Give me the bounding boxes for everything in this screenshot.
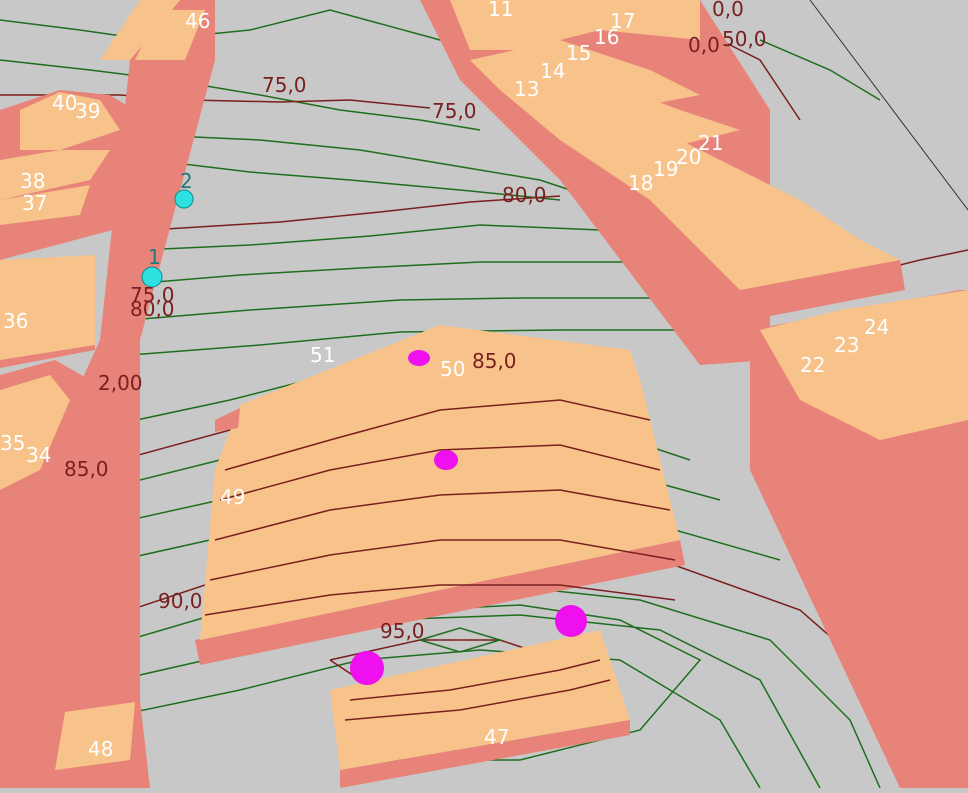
- contour-label-75b: 75,0: [432, 99, 477, 123]
- label-19: 19: [653, 157, 678, 181]
- contour-label-50-top: 50,0: [722, 27, 767, 51]
- label-16: 16: [594, 25, 619, 49]
- contour-label-95: 95,0: [380, 619, 425, 643]
- contour-label-80: 80,0: [502, 183, 547, 207]
- label-49: 49: [220, 485, 245, 509]
- label-23: 23: [834, 333, 859, 357]
- contour-label-0-top2: 0,0: [688, 33, 720, 57]
- label-50: 50: [440, 357, 465, 381]
- label-15: 15: [566, 41, 591, 65]
- contour-label-90: 90,0: [158, 589, 203, 613]
- contour-label-85b: 85,0: [64, 457, 109, 481]
- label-38: 38: [20, 169, 45, 193]
- 3d-viewport[interactable]: 46 11 17 16 15 14 13 40 39 38 37 36 35 3…: [0, 0, 968, 789]
- label-39: 39: [75, 99, 100, 123]
- label-13: 13: [514, 77, 539, 101]
- contour-label-85a: 85,0: [472, 349, 517, 373]
- label-14: 14: [540, 59, 565, 83]
- label-35: 35: [0, 431, 25, 455]
- point-label-1: 1: [148, 245, 161, 269]
- label-37: 37: [22, 191, 47, 215]
- label-21: 21: [698, 131, 723, 155]
- marker-c: [555, 605, 587, 637]
- contour-label-left2: 80,0: [130, 297, 175, 321]
- label-18: 18: [628, 171, 653, 195]
- marker-d: [350, 651, 384, 685]
- label-34: 34: [26, 443, 51, 467]
- label-40: 40: [52, 91, 77, 115]
- contour-label-0-top: 0,0: [712, 0, 744, 21]
- label-11: 11: [488, 0, 513, 21]
- marker-b: [434, 450, 458, 470]
- terrain-scene[interactable]: 46 11 17 16 15 14 13 40 39 38 37 36 35 3…: [0, 0, 968, 789]
- label-24: 24: [864, 315, 889, 339]
- label-22: 22: [800, 353, 825, 377]
- contour-label-75a: 75,0: [262, 73, 307, 97]
- marker-a: [408, 350, 430, 366]
- label-47: 47: [484, 725, 509, 749]
- label-46: 46: [185, 9, 210, 33]
- point-label-2: 2: [180, 169, 193, 193]
- label-51: 51: [310, 343, 335, 367]
- label-48: 48: [88, 737, 113, 761]
- contour-label-left3: 2,00: [98, 371, 143, 395]
- label-36: 36: [3, 309, 28, 333]
